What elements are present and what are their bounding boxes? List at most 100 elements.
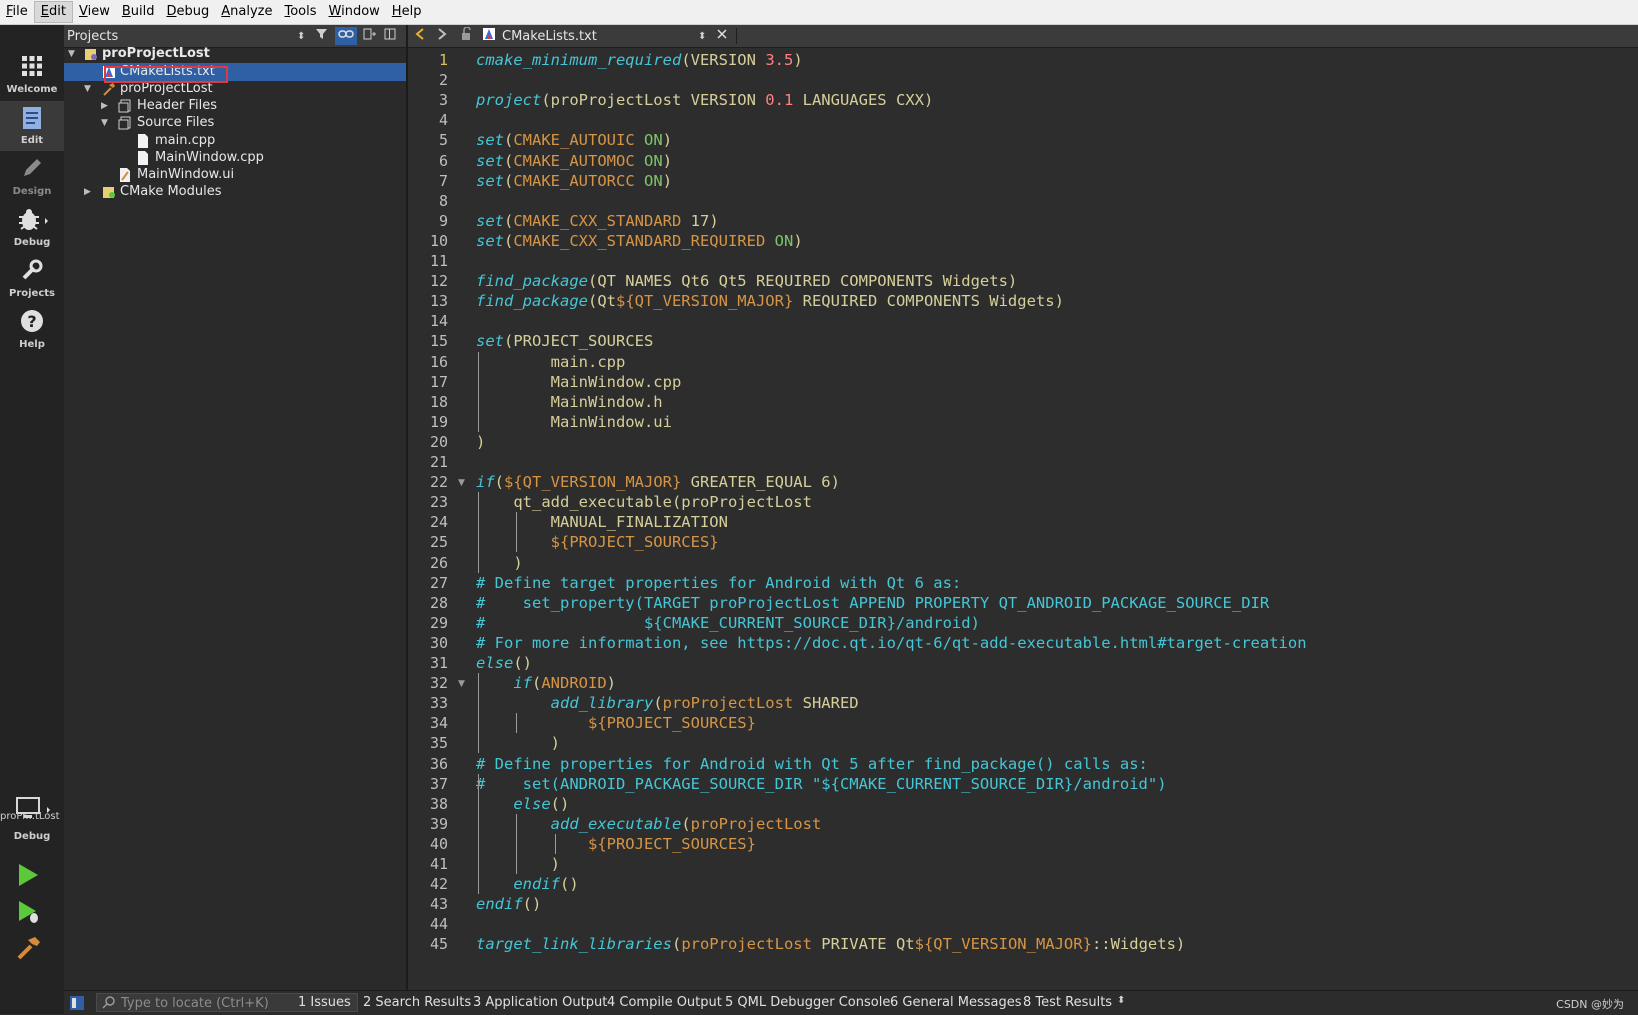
mode-design[interactable]: Design xyxy=(0,152,64,202)
indent-guide xyxy=(478,492,479,573)
ui-file-icon xyxy=(118,168,132,182)
tree-item-label: MainWindow.cpp xyxy=(155,150,264,165)
line-number: 27 xyxy=(429,573,448,592)
tree-item-header-files[interactable]: ▶ Header Files xyxy=(64,97,408,115)
updown-arrows-icon[interactable]: ⬍ xyxy=(297,31,305,42)
menu-analyze[interactable]: Analyze xyxy=(215,2,278,22)
tree-item-label: main.cpp xyxy=(155,133,216,148)
line-number: 43 xyxy=(429,895,448,914)
build-button[interactable] xyxy=(16,935,42,965)
hammer-icon xyxy=(102,82,116,96)
output-tab-general-messages[interactable]: 6 General Messages xyxy=(890,995,1022,1010)
split-icon[interactable] xyxy=(363,27,377,45)
mode-label: Help xyxy=(19,339,45,350)
collapse-arrow-icon[interactable]: ▼ xyxy=(84,80,94,98)
output-tab-search-results[interactable]: 2 Search Results xyxy=(363,995,471,1010)
output-tab-qml-debugger-console[interactable]: 5 QML Debugger Console xyxy=(725,995,890,1010)
indent-guide xyxy=(516,512,518,553)
code-line: target_link_libraries(proProjectLost PRI… xyxy=(476,935,1186,954)
open-document-selector[interactable]: CMakeLists.txt xyxy=(502,29,698,44)
cmake-project-icon xyxy=(84,47,98,61)
collapse-arrow-icon[interactable]: ▼ xyxy=(68,45,78,63)
line-number: 18 xyxy=(429,392,448,411)
code-line: ${PROJECT_SOURCES} xyxy=(550,533,719,552)
code-line: add_library(proProjectLost SHARED xyxy=(550,694,859,713)
line-number: 22 xyxy=(429,473,448,492)
code-line: endif() xyxy=(513,875,579,894)
projects-view-selector[interactable]: Projects xyxy=(67,29,297,44)
edit-document-icon xyxy=(0,105,64,135)
output-tab-application-output[interactable]: 3 Application Output xyxy=(473,995,607,1010)
code-line: project(proProjectLost VERSION 0.1 LANGU… xyxy=(476,91,934,110)
toggle-sidebar-icon[interactable] xyxy=(69,995,85,1015)
line-number: 28 xyxy=(429,593,448,612)
code-line: qt_add_executable(proProjectLost xyxy=(476,493,812,512)
updown-arrows-icon[interactable]: ⬍ xyxy=(698,31,706,42)
code-line: # ${CMAKE_CURRENT_SOURCE_DIR}/android) xyxy=(476,613,980,632)
code-line: set(PROJECT_SOURCES xyxy=(476,332,654,351)
line-number: 14 xyxy=(429,312,448,331)
menu-debug[interactable]: Debug xyxy=(160,2,215,22)
link-with-editor-icon[interactable] xyxy=(335,27,358,45)
line-number: 34 xyxy=(429,714,448,733)
unlocked-icon[interactable] xyxy=(460,26,472,45)
menu-build[interactable]: Build xyxy=(116,2,161,22)
menu-file[interactable]: File xyxy=(0,2,34,22)
menu-help[interactable]: Help xyxy=(386,2,428,22)
hammer-icon xyxy=(16,937,42,965)
tree-item-mainwindow-cpp[interactable]: MainWindow.cpp xyxy=(64,149,408,167)
tree-item-main-cpp[interactable]: main.cpp xyxy=(64,132,408,150)
menu-view[interactable]: View xyxy=(73,2,116,22)
code-line: else() xyxy=(476,654,532,672)
code-editor[interactable]: 1 2 3 4 5 6 7 8 9 10 11 12 13 14 15 16 17 18 19 20 21 22 ▼ 23 24… xyxy=(408,48,1638,990)
mode-projects[interactable]: Projects xyxy=(0,254,64,304)
line-number: 19 xyxy=(429,412,448,431)
line-number: 17 xyxy=(429,372,448,391)
line-number: 2 xyxy=(438,71,448,90)
fold-marker-icon[interactable]: ▼ xyxy=(458,679,465,689)
line-number: 45 xyxy=(429,935,448,954)
code-line: ) xyxy=(476,432,486,451)
collapse-arrow-icon[interactable]: ▼ xyxy=(101,114,111,132)
run-button[interactable] xyxy=(16,862,40,892)
filter-icon[interactable] xyxy=(315,27,329,45)
fold-marker-icon[interactable]: ▼ xyxy=(458,478,465,488)
mode-debug[interactable]: Debug xyxy=(0,203,64,253)
line-number: 24 xyxy=(429,513,448,532)
tree-item-project-root[interactable]: ▼ proProjectLost xyxy=(64,45,408,63)
menu-edit[interactable]: Edit xyxy=(33,1,73,23)
close-sidebar-icon[interactable] xyxy=(383,27,397,45)
forward-icon[interactable] xyxy=(436,27,448,45)
code-line: MainWindow.ui xyxy=(476,412,672,431)
expand-arrow-icon[interactable]: ▶ xyxy=(101,97,111,115)
debug-run-button[interactable] xyxy=(16,899,42,929)
mode-welcome[interactable]: Welcome xyxy=(0,50,64,100)
more-tabs-icon[interactable]: ⬍ xyxy=(1117,995,1125,1006)
cmake-file-icon xyxy=(482,27,496,45)
output-tab-issues[interactable]: 1 Issues xyxy=(298,995,351,1010)
line-number: 13 xyxy=(429,292,448,311)
code-line: if(${QT_VERSION_MAJOR} GREATER_EQUAL 6) xyxy=(476,473,840,492)
indent-guide xyxy=(516,813,518,875)
code-line: set(CMAKE_CXX_STANDARD 17) xyxy=(476,211,719,230)
line-number: 35 xyxy=(429,734,448,753)
menu-window[interactable]: Window xyxy=(323,2,386,22)
kit-selector[interactable] xyxy=(14,795,54,827)
tree-item-source-files[interactable]: ▼ Source Files xyxy=(64,114,408,132)
mode-edit[interactable]: Edit xyxy=(0,101,64,151)
output-tab-test-results[interactable]: 8 Test Results xyxy=(1023,995,1112,1010)
back-icon[interactable] xyxy=(414,27,426,45)
menu-tools[interactable]: Tools xyxy=(278,2,322,22)
mode-help[interactable]: ? Help xyxy=(0,305,64,355)
tree-item-mainwindow-ui[interactable]: MainWindow.ui xyxy=(64,166,408,184)
indent-guide xyxy=(478,351,479,432)
close-document-icon[interactable] xyxy=(716,28,728,44)
code-line: MANUAL_FINALIZATION xyxy=(476,513,728,532)
expand-arrow-icon[interactable]: ▶ xyxy=(84,183,94,201)
code-line: MainWindow.h xyxy=(476,392,663,411)
code-line: ) xyxy=(476,855,560,873)
folder-icon xyxy=(118,116,132,130)
tree-item-cmake-modules[interactable]: ▶ CMake Modules xyxy=(64,183,408,201)
code-line: ) xyxy=(476,553,523,572)
output-tab-compile-output[interactable]: 4 Compile Output xyxy=(607,995,722,1010)
